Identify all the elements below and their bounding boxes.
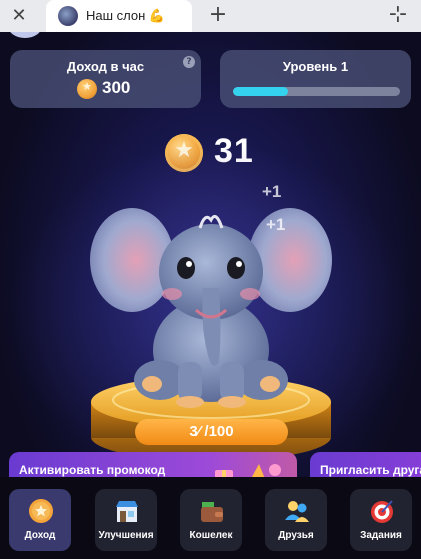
promo-banner-label: Активировать промокод	[19, 463, 166, 477]
expand-icon[interactable]: ⊹	[386, 3, 410, 27]
close-icon[interactable]: ✕	[9, 6, 29, 26]
app-screen: Доход в час ? 300 Уровень 1 31	[0, 32, 421, 559]
income-title: Доход в час	[66, 59, 145, 74]
income-value: 300	[102, 78, 131, 97]
nav-tasks[interactable]: Задания	[350, 489, 412, 551]
level-progress-fill	[233, 87, 289, 96]
floating-plus-one: +1	[262, 182, 282, 201]
top-avatar-blob	[8, 32, 42, 38]
invite-banner-label: Пригласить друга	[320, 463, 421, 477]
income-card[interactable]: Доход в час ? 300	[10, 50, 201, 108]
nav-label: Друзья	[278, 530, 314, 541]
nav-friends[interactable]: Друзья	[265, 489, 327, 551]
nav-label: Кошелек	[189, 530, 233, 541]
target-icon	[371, 500, 393, 523]
new-tab-icon[interactable]: +	[207, 3, 229, 27]
tab-title: Наш слон 💪	[86, 8, 166, 23]
wallet-icon	[201, 502, 223, 522]
level-title: Уровень 1	[282, 59, 349, 74]
shop-icon	[116, 501, 138, 522]
tab-avatar	[58, 6, 78, 26]
nav-label: Задания	[360, 530, 402, 541]
balance-value: 31	[214, 132, 254, 170]
balance-coin-icon	[165, 134, 203, 172]
nav-wallet[interactable]: Кошелек	[180, 489, 242, 551]
energy-bar: 3⁄ /100	[135, 419, 288, 445]
browser-tab[interactable]: Наш слон 💪	[46, 0, 192, 32]
coin-icon	[29, 499, 53, 523]
bottom-nav: Доход Улучшения Кошелек Друзья Задания	[0, 477, 421, 559]
nav-label: Доход	[24, 530, 56, 541]
browser-tab-bar: ✕ Наш слон 💪 + ⊹	[0, 0, 421, 32]
nav-income[interactable]: Доход	[9, 489, 71, 551]
floating-plus-one: +1	[266, 215, 286, 234]
friends-icon	[285, 501, 309, 522]
nav-upgrades[interactable]: Улучшения	[95, 489, 157, 551]
energy-text: 3⁄ /100	[189, 423, 234, 440]
level-progress-bar	[233, 87, 400, 96]
nav-label: Улучшения	[98, 530, 154, 541]
help-icon[interactable]: ?	[183, 56, 195, 68]
level-card[interactable]: Уровень 1	[220, 50, 411, 108]
coin-icon	[77, 79, 97, 99]
